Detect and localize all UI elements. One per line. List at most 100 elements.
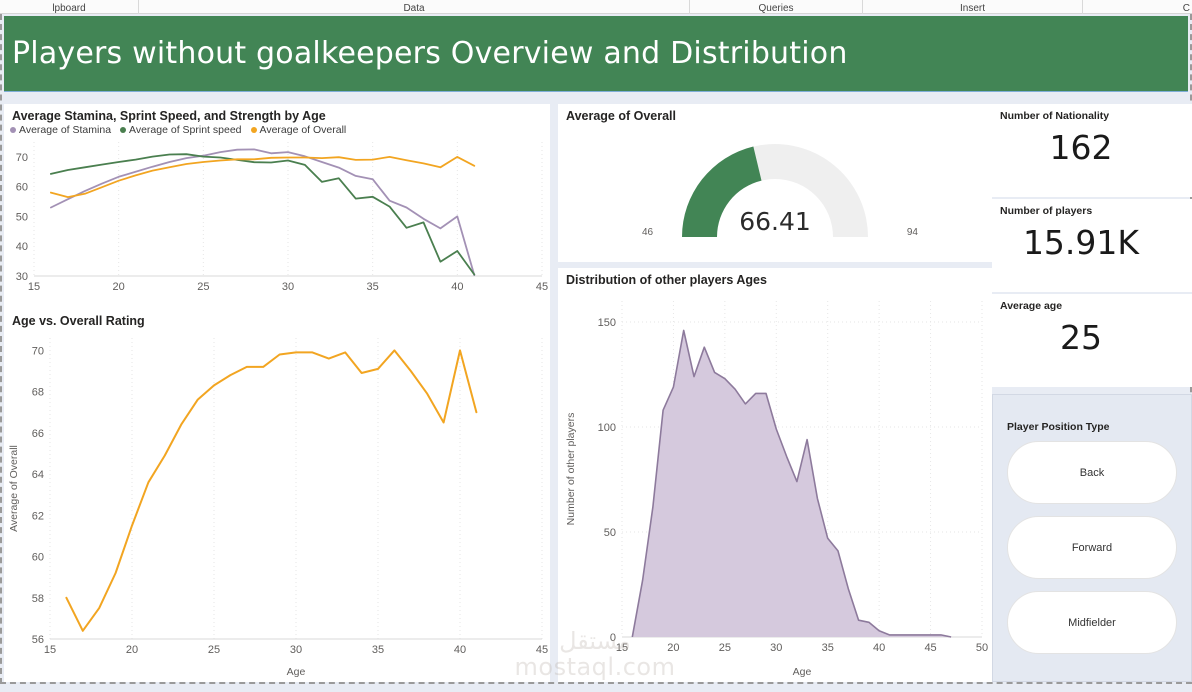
svg-text:35: 35 (367, 281, 379, 293)
legend-label: Average of Overall (259, 124, 347, 136)
svg-text:Average of Overall: Average of Overall (8, 445, 20, 532)
slicer-option-midfielder[interactable]: Midfielder (1007, 591, 1177, 654)
age-overall-plot: 15 20 25 30 35 40 45 56 58 60 62 64 66 68 70 Age Average… (8, 338, 548, 678)
svg-text:30: 30 (16, 271, 28, 283)
chart-title: Distribution of other players Ages (566, 273, 767, 287)
slicer-option-label: Midfielder (1068, 616, 1116, 629)
chart-title: Average Stamina, Sprint Speed, and Stren… (12, 109, 326, 123)
excel-ribbon-strip: lpboard Data Queries Insert C (0, 0, 1192, 14)
svg-text:25: 25 (197, 281, 209, 293)
kpi-value: 25 (1060, 318, 1102, 357)
svg-text:60: 60 (16, 182, 28, 194)
svg-text:60: 60 (32, 552, 44, 564)
svg-text:25: 25 (719, 642, 731, 654)
ribbon-group-queries[interactable]: Queries (689, 0, 862, 14)
svg-text:150: 150 (598, 317, 616, 329)
legend-label: Average of Stamina (19, 124, 112, 136)
svg-text:35: 35 (822, 642, 834, 654)
dashboard-title-banner: Players without goalkeepers Overview and… (4, 16, 1188, 92)
ribbon-group-label: lpboard (52, 3, 86, 14)
svg-text:20: 20 (126, 644, 138, 656)
svg-text:30: 30 (290, 644, 302, 656)
chart-card-age-vs-overall[interactable]: Age vs. Overall Rating 15 20 25 30 35 40 45 56 5… (4, 309, 550, 682)
svg-text:62: 62 (32, 510, 44, 522)
kpi-card-number-of-players[interactable]: Number of players 15.91K (992, 199, 1192, 292)
svg-text:25: 25 (208, 644, 220, 656)
ribbon-group-label: C (1182, 3, 1190, 14)
svg-text:0: 0 (610, 632, 616, 644)
svg-text:20: 20 (113, 281, 125, 293)
ribbon-group-label: Data (403, 3, 425, 14)
slicer-option-label: Back (1079, 466, 1105, 479)
kpi-value: 15.91K (1022, 223, 1140, 262)
gauge-visual: 66.41 46 94 (558, 123, 992, 251)
svg-text:40: 40 (454, 644, 466, 656)
kpi-label: Number of players (1000, 205, 1093, 217)
svg-text:56: 56 (32, 634, 44, 646)
page-title: Players without goalkeepers Overview and… (12, 36, 848, 71)
kpi-label: Number of Nationality (1000, 110, 1110, 122)
svg-text:40: 40 (873, 642, 885, 654)
svg-text:15: 15 (28, 281, 40, 293)
legend-item-stamina[interactable]: Average of Stamina (10, 124, 111, 136)
kpi-value: 162 (1049, 128, 1113, 167)
chart-legend: Average of Stamina Average of Sprint spe… (4, 123, 550, 136)
slicer-option-list: Back Forward Midfielder (993, 433, 1191, 654)
distribution-plot: 15 20 25 30 35 40 45 50 0 50 100 150 Age Number of ot… (565, 301, 988, 678)
gauge-value: 66.41 (739, 207, 811, 236)
ribbon-group-data[interactable]: Data (138, 0, 689, 14)
legend-swatch-icon (120, 127, 127, 133)
svg-text:66: 66 (32, 428, 44, 440)
svg-text:Age: Age (793, 666, 812, 678)
svg-text:45: 45 (536, 281, 548, 293)
svg-text:30: 30 (282, 281, 294, 293)
kpi-label: Average age (1000, 300, 1063, 312)
svg-text:40: 40 (16, 241, 28, 253)
svg-text:50: 50 (976, 642, 988, 654)
svg-text:58: 58 (32, 593, 44, 605)
svg-text:100: 100 (598, 422, 616, 434)
legend-item-overall[interactable]: Average of Overall (250, 124, 347, 136)
chart-card-age-distribution[interactable]: Distribution of other players Ages 15 20 2… (558, 268, 992, 682)
ribbon-group-label: Insert (959, 3, 985, 14)
ribbon-group-insert[interactable]: Insert (862, 0, 1082, 14)
svg-text:Number of other players: Number of other players (565, 413, 577, 526)
legend-swatch-icon (250, 127, 257, 133)
slicer-option-back[interactable]: Back (1007, 441, 1177, 504)
svg-text:20: 20 (667, 642, 679, 654)
slicer-title: Player Position Type (1007, 421, 1110, 433)
kpi-card-number-of-nationality[interactable]: Number of Nationality 162 (992, 104, 1192, 197)
dashboard-canvas: Players without goalkeepers Overview and… (0, 14, 1192, 684)
svg-text:35: 35 (372, 644, 384, 656)
svg-text:50: 50 (16, 211, 28, 223)
gauge-max-label: 94 (906, 227, 918, 238)
svg-text:68: 68 (32, 387, 44, 399)
ribbon-group-clipboard[interactable]: lpboard (0, 0, 138, 14)
chart-card-stamina-sprint-strength[interactable]: Average Stamina, Sprint Speed, and Stren… (4, 104, 550, 309)
svg-text:70: 70 (16, 152, 28, 164)
line-chart-plot: 15 20 25 30 35 40 45 30 40 50 60 70 (16, 142, 548, 293)
svg-text:45: 45 (924, 642, 936, 654)
ribbon-group-c[interactable]: C (1082, 0, 1192, 14)
legend-label: Average of Sprint speed (129, 124, 242, 136)
legend-item-sprint-speed[interactable]: Average of Sprint speed (120, 124, 242, 136)
gauge-min-label: 46 (642, 227, 654, 238)
chart-title: Average of Overall (566, 109, 677, 123)
svg-text:15: 15 (44, 644, 56, 656)
slicer-option-forward[interactable]: Forward (1007, 516, 1177, 579)
slicer-player-position-type[interactable]: Player Position Type Back Forward Midfie… (992, 394, 1192, 682)
svg-text:40: 40 (451, 281, 463, 293)
svg-text:70: 70 (32, 345, 44, 357)
legend-swatch-icon (10, 127, 16, 133)
chart-card-average-overall-gauge[interactable]: Average of Overall 66.41 46 94 (558, 104, 992, 262)
kpi-card-average-age[interactable]: Average age 25 (992, 294, 1192, 387)
svg-text:50: 50 (604, 527, 616, 539)
slicer-option-label: Forward (1071, 541, 1113, 554)
ribbon-group-label: Queries (758, 3, 794, 14)
svg-text:64: 64 (32, 469, 44, 481)
chart-title: Age vs. Overall Rating (12, 314, 145, 328)
svg-text:15: 15 (616, 642, 628, 654)
svg-text:45: 45 (536, 644, 548, 656)
svg-text:30: 30 (770, 642, 782, 654)
svg-text:Age: Age (287, 666, 306, 678)
